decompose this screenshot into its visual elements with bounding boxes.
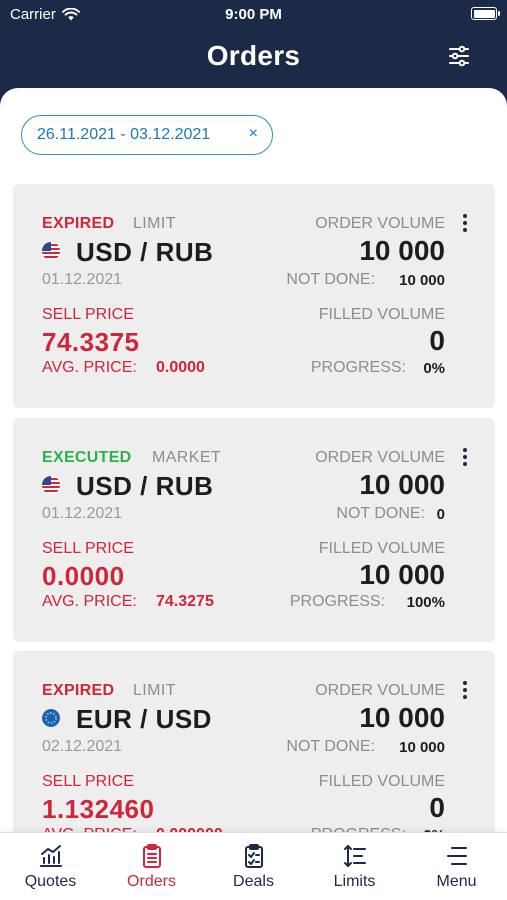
more-options-button[interactable] <box>461 681 469 703</box>
page-title: Orders <box>206 40 301 71</box>
progress-value: 100% <box>406 594 445 611</box>
not-done-label: NOT DONE: <box>286 271 375 288</box>
sell-price-label: SELL PRICE <box>42 540 134 557</box>
progress-value: 0% <box>423 360 445 377</box>
filter-settings-button[interactable] <box>447 44 471 68</box>
filled-volume-value: 10 000 <box>359 559 445 590</box>
filled-volume-value: 0 <box>429 792 445 823</box>
eu-flag-icon <box>42 709 60 727</box>
tab-deals[interactable]: Deals <box>203 833 304 900</box>
order-volume-label: ORDER VOLUME <box>315 215 445 232</box>
tab-label: Orders <box>127 873 176 890</box>
progress-label: PROGRESS: <box>289 593 385 610</box>
us-flag-icon <box>42 476 60 494</box>
sell-price-label: SELL PRICE <box>42 773 134 790</box>
sliders-icon <box>449 45 469 67</box>
filled-volume-label: FILLED VOLUME <box>318 540 445 557</box>
status-bar: Carrier 9:00 PM <box>0 0 507 30</box>
currency-pair: USD / RUB <box>76 471 214 501</box>
nav-bar: Orders <box>0 30 507 90</box>
filled-volume-value: 0 <box>429 325 445 356</box>
tab-menu[interactable]: Menu <box>406 833 507 900</box>
filled-volume-label: FILLED VOLUME <box>318 306 445 323</box>
chart-icon <box>39 845 62 867</box>
order-volume-value: 10 000 <box>359 469 445 500</box>
avg-price-label: AVG. PRICE: <box>42 359 137 376</box>
tab-label: Quotes <box>24 873 77 890</box>
progress-label: PROGRESS: <box>310 359 406 376</box>
tab-label: Limits <box>333 873 376 890</box>
sell-price-label: SELL PRICE <box>42 306 134 323</box>
not-done-value: 10 000 <box>399 272 445 289</box>
sell-price-value: 74.3375 <box>42 327 140 357</box>
avg-price-label: AVG. PRICE: <box>42 593 137 610</box>
tab-label: Deals <box>233 873 274 890</box>
not-done-value: 0 <box>436 506 445 523</box>
not-done-label: NOT DONE: <box>286 738 375 755</box>
order-volume-value: 10 000 <box>359 235 445 266</box>
order-status: EXPIRED <box>42 215 115 232</box>
date-range-label: 26.11.2021 - 03.12.2021 <box>37 126 211 143</box>
more-options-button[interactable] <box>461 448 469 470</box>
more-options-button[interactable] <box>461 214 469 236</box>
not-done-value: 10 000 <box>399 739 445 756</box>
order-type: MARKET <box>152 449 222 466</box>
avg-price-value: 74.3275 <box>156 593 214 610</box>
sort-lines-icon <box>343 845 366 867</box>
tab-bar: Quotes Orders Deals Limits Menu <box>0 832 507 900</box>
clear-date-icon[interactable]: × <box>249 125 258 143</box>
order-type: LIMIT <box>133 682 176 699</box>
order-date: 01.12.2021 <box>42 271 123 288</box>
battery-icon <box>471 7 500 20</box>
checklist-icon <box>244 844 263 868</box>
order-status: EXECUTED <box>42 449 132 466</box>
sell-price-value: 1.132460 <box>42 794 155 824</box>
order-type: LIMIT <box>133 215 176 232</box>
date-range-chip[interactable]: 26.11.2021 - 03.12.2021 × <box>21 115 273 155</box>
order-volume-value: 10 000 <box>359 702 445 733</box>
order-volume-label: ORDER VOLUME <box>315 682 445 699</box>
tab-label: Menu <box>436 873 477 890</box>
menu-icon <box>446 847 467 865</box>
avg-price-value: 0.0000 <box>156 359 205 376</box>
order-date: 01.12.2021 <box>42 505 123 522</box>
tab-quotes[interactable]: Quotes <box>0 833 101 900</box>
clock: 9:00 PM <box>225 6 282 23</box>
currency-pair: EUR / USD <box>76 704 212 734</box>
order-volume-label: ORDER VOLUME <box>315 449 445 466</box>
not-done-label: NOT DONE: <box>336 505 425 522</box>
order-card[interactable]: EXPIRED LIMIT USD / RUB 01.12.2021 SELL … <box>13 184 495 408</box>
sell-price-value: 0.0000 <box>42 561 125 591</box>
filled-volume-label: FILLED VOLUME <box>318 773 445 790</box>
tab-limits[interactable]: Limits <box>304 833 405 900</box>
order-card[interactable]: EXECUTED MARKET USD / RUB 01.12.2021 SEL… <box>13 418 495 642</box>
currency-pair: USD / RUB <box>76 237 214 267</box>
order-date: 02.12.2021 <box>42 738 123 755</box>
order-status: EXPIRED <box>42 682 115 699</box>
tab-orders[interactable]: Orders <box>101 833 202 900</box>
us-flag-icon <box>42 242 60 260</box>
clipboard-icon <box>142 844 161 868</box>
orders-content[interactable]: 26.11.2021 - 03.12.2021 × EXPIRED LIMIT … <box>0 88 507 900</box>
